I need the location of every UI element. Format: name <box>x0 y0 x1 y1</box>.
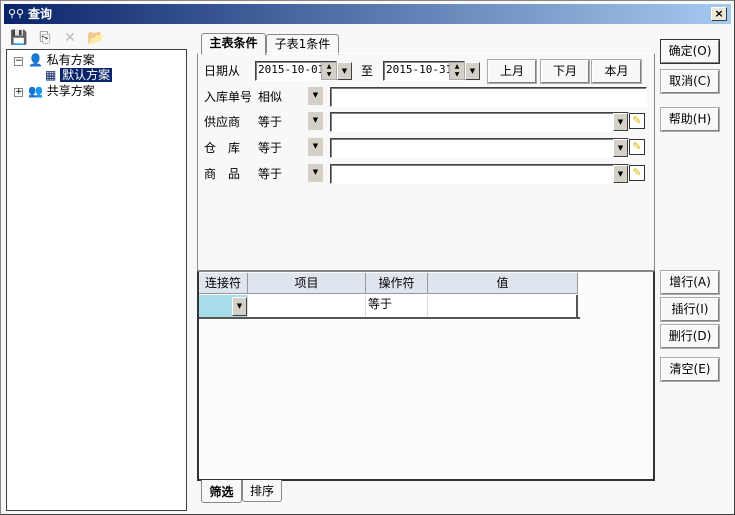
tab-filter[interactable]: 筛选 <box>201 480 242 503</box>
down-icon: ▼ <box>454 71 460 78</box>
row-border <box>199 317 580 319</box>
up-icon: ▲ <box>454 63 460 70</box>
help-button[interactable]: 帮助(H) <box>660 107 720 132</box>
operator-select[interactable]: 等于 <box>258 140 282 156</box>
item-cell[interactable] <box>248 295 366 317</box>
window-title: 查询 <box>28 7 53 21</box>
tree-node-label: 共享方案 <box>46 84 95 98</box>
condition-value-input[interactable] <box>330 87 647 107</box>
operator-dropdown[interactable]: ▼ <box>308 164 323 182</box>
scheme-icon: ▦ <box>45 68 57 82</box>
down-icon: ▼ <box>326 71 332 78</box>
delete-icon[interactable]: ✕ <box>61 29 79 47</box>
open-folder-icon[interactable]: 📂 <box>87 29 105 47</box>
user-icon: 👤 <box>28 53 43 67</box>
scheme-tree[interactable]: − 👤 私有方案 ▦ 默认方案 + 👥 共享方案 <box>6 49 187 511</box>
operator-dropdown[interactable]: ▼ <box>308 112 323 130</box>
column-header-operator[interactable]: 操作符 <box>366 273 428 294</box>
operator-select[interactable]: 相似 <box>258 89 282 105</box>
tree-node-label: 私有方案 <box>46 53 95 67</box>
this-month-button[interactable]: 本月 <box>591 59 642 84</box>
up-icon: ▲ <box>326 63 332 70</box>
save-icon[interactable]: 💾 <box>10 29 28 47</box>
tab-sort[interactable]: 排序 <box>242 480 282 502</box>
title-bar: ⚲⚲ 查询 × <box>4 4 731 24</box>
date-from-spinner[interactable]: ▲ ▼ <box>321 62 337 80</box>
edit-icon[interactable]: ✎ <box>629 113 645 129</box>
connector-dropdown[interactable]: ▼ <box>232 297 247 316</box>
tree-node-private[interactable]: 👤 私有方案 <box>28 53 95 68</box>
tab-main-conditions[interactable]: 主表条件 <box>201 33 266 55</box>
condition-value-combo[interactable] <box>330 112 629 132</box>
prev-month-button[interactable]: 上月 <box>487 59 537 84</box>
operator-dropdown[interactable]: ▼ <box>308 138 323 156</box>
clear-button[interactable]: 清空(E) <box>660 357 720 382</box>
add-row-button[interactable]: 增行(A) <box>660 270 720 295</box>
edit-icon[interactable]: ✎ <box>629 139 645 155</box>
date-to-label: 至 <box>361 64 374 78</box>
date-from-label: 日期从 <box>204 64 241 78</box>
query-dialog: ⚲⚲ 查询 × 💾 ⎘ ✕ 📂 − 👤 私有方案 ▦ 默认方案 + 👥 共享方案… <box>0 0 735 515</box>
expand-icon[interactable]: + <box>14 88 23 97</box>
operator-select[interactable]: 等于 <box>258 114 282 130</box>
condition-value-combo[interactable] <box>330 138 629 158</box>
tab-sub-conditions[interactable]: 子表1条件 <box>266 34 339 55</box>
condition-label: 仓 库 <box>204 141 241 155</box>
condition-value-combo[interactable] <box>330 164 629 184</box>
tree-node-shared[interactable]: 👥 共享方案 <box>28 84 95 99</box>
value-dropdown[interactable]: ▼ <box>613 139 628 157</box>
operator-dropdown[interactable]: ▼ <box>308 87 323 105</box>
date-from-dropdown[interactable]: ▼ <box>337 62 352 80</box>
edit-icon[interactable]: ✎ <box>629 165 645 181</box>
filter-grid[interactable]: 连接符 项目 操作符 值 ▼ 等于 <box>197 271 655 481</box>
save-as-icon[interactable]: ⎘ <box>36 29 54 47</box>
delete-row-button[interactable]: 删行(D) <box>660 324 720 349</box>
column-header-connector[interactable]: 连接符 <box>199 273 248 294</box>
column-header-value[interactable]: 值 <box>428 273 578 294</box>
collapse-icon[interactable]: − <box>14 57 23 66</box>
column-header-item[interactable]: 项目 <box>248 273 366 294</box>
tree-node-default[interactable]: ▦ 默认方案 <box>45 68 113 83</box>
condition-label: 供应商 <box>204 115 241 129</box>
value-dropdown[interactable]: ▼ <box>613 165 628 183</box>
ok-button[interactable]: 确定(O) <box>660 39 720 64</box>
value-dropdown[interactable]: ▼ <box>613 113 628 131</box>
insert-row-button[interactable]: 插行(I) <box>660 297 720 322</box>
condition-label: 入库单号 <box>204 90 253 104</box>
date-to-spinner[interactable]: ▲ ▼ <box>449 62 465 80</box>
condition-label: 商 品 <box>204 167 241 181</box>
users-icon: 👥 <box>28 84 43 98</box>
operator-cell[interactable]: 等于 <box>366 295 428 317</box>
tree-node-label: 默认方案 <box>60 68 113 82</box>
binoculars-icon: ⚲⚲ <box>8 7 25 20</box>
date-to-dropdown[interactable]: ▼ <box>465 62 480 80</box>
close-button[interactable]: × <box>711 7 727 21</box>
value-cell[interactable] <box>428 295 578 317</box>
main-conditions-panel <box>197 53 655 271</box>
cancel-button[interactable]: 取消(C) <box>660 69 720 94</box>
next-month-button[interactable]: 下月 <box>540 59 590 84</box>
operator-select[interactable]: 等于 <box>258 166 282 182</box>
